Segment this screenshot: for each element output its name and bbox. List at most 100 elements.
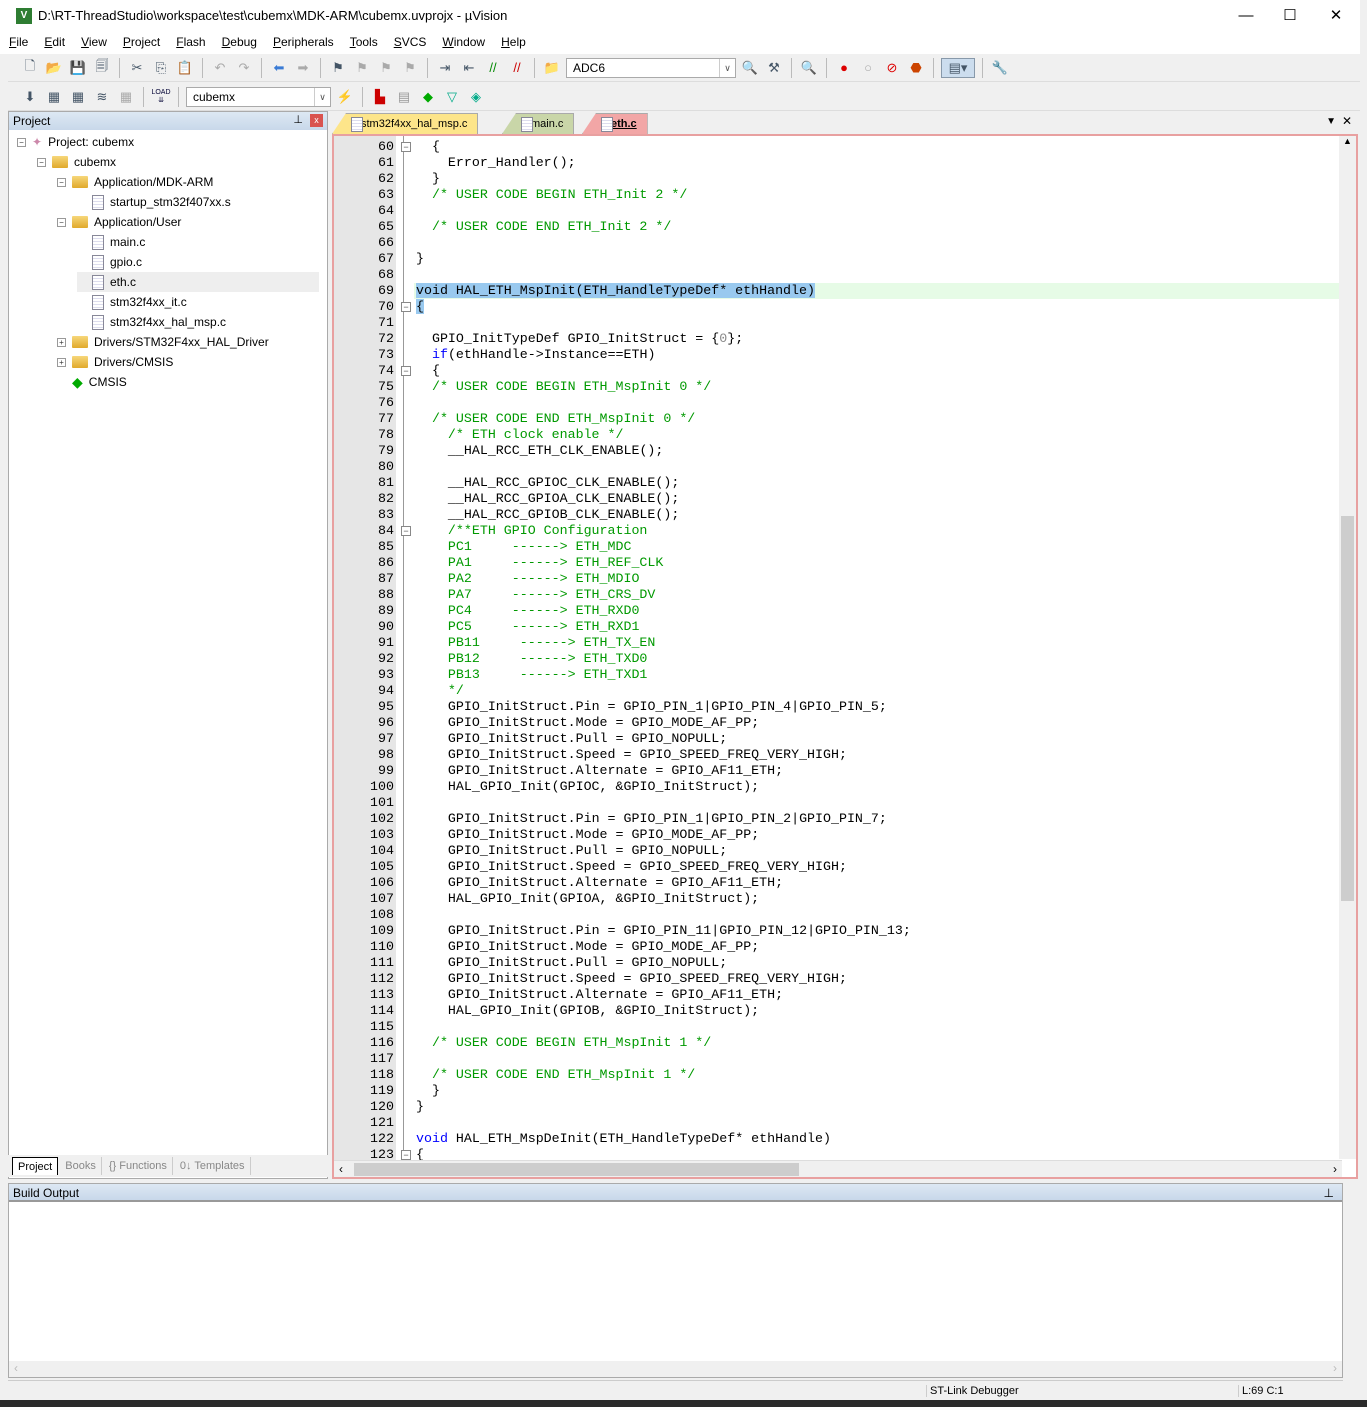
code-line[interactable]: 110 GPIO_InitStruct.Mode = GPIO_MODE_AF_… xyxy=(334,939,1342,955)
menu-help[interactable]: Help xyxy=(492,32,533,49)
code-line[interactable]: 120} xyxy=(334,1099,1342,1115)
scroll-up-icon[interactable]: ▲ xyxy=(1339,136,1356,146)
code-line[interactable]: 79 __HAL_RCC_ETH_CLK_ENABLE(); xyxy=(334,443,1342,459)
code-line[interactable]: 60− { xyxy=(334,139,1342,155)
code-line[interactable]: 108 xyxy=(334,907,1342,923)
code-line[interactable]: 116 /* USER CODE BEGIN ETH_MspInit 1 */ xyxy=(334,1035,1342,1051)
code-line[interactable]: 62 } xyxy=(334,171,1342,187)
stop-build-icon[interactable]: ▦ xyxy=(116,87,136,107)
open-file-icon[interactable]: 📂 xyxy=(44,58,64,78)
code-line[interactable]: 70−{ xyxy=(334,299,1342,315)
code-line[interactable]: 94 */ xyxy=(334,683,1342,699)
code-line[interactable]: 80 xyxy=(334,459,1342,475)
undo-icon[interactable]: ↶ xyxy=(210,58,230,78)
translate-icon[interactable]: ⬇ xyxy=(20,87,40,107)
code-editor[interactable]: 60− {61 Error_Handler(); 62 } 63 /* USER C… xyxy=(332,134,1358,1179)
menu-window[interactable]: Window xyxy=(433,32,492,49)
menu-project[interactable]: Project xyxy=(114,32,167,49)
expand-icon[interactable]: + xyxy=(57,357,66,367)
clear-bookmarks-icon[interactable]: ⚑ xyxy=(400,58,420,78)
build-icon[interactable]: ▦ xyxy=(44,87,64,107)
navigate-back-icon[interactable]: ⬅ xyxy=(269,58,289,78)
code-line[interactable]: 102 GPIO_InitStruct.Pin = GPIO_PIN_1|GPI… xyxy=(334,811,1342,827)
debug-start-icon[interactable]: 🔍 xyxy=(799,58,819,78)
tree-item[interactable]: main.c xyxy=(77,232,145,252)
code-line[interactable]: 111 GPIO_InitStruct.Pull = GPIO_NOPULL; xyxy=(334,955,1342,971)
redo-icon[interactable]: ↷ xyxy=(234,58,254,78)
unindent-icon[interactable]: ⇤ xyxy=(459,58,479,78)
minimize-button[interactable]: — xyxy=(1226,4,1266,28)
close-panel-button[interactable]: x xyxy=(310,114,323,127)
configure-icon[interactable]: 🔧 xyxy=(990,58,1010,78)
menu-debug[interactable]: Debug xyxy=(213,32,264,49)
code-line[interactable]: 88 PA7 ------> ETH_CRS_DV xyxy=(334,587,1342,603)
paste-icon[interactable]: 📋 xyxy=(175,58,195,78)
window-layout-icon[interactable]: ▤▾ xyxy=(941,57,975,78)
tree-item[interactable]: gpio.c xyxy=(77,252,142,272)
panel-tab-3[interactable]: 0↓ Templates xyxy=(175,1157,251,1175)
tree-item[interactable]: stm32f4xx_it.c xyxy=(77,292,187,312)
manage-components-icon[interactable]: ▙ xyxy=(370,87,390,107)
fold-toggle-icon[interactable]: − xyxy=(401,1150,411,1160)
code-line[interactable]: 85 PC1 ------> ETH_MDC xyxy=(334,539,1342,555)
target-options-icon[interactable]: ⚡ xyxy=(335,87,355,107)
code-line[interactable]: 87 PA2 ------> ETH_MDIO xyxy=(334,571,1342,587)
disable-breakpoint-icon[interactable]: ○ xyxy=(858,58,878,78)
code-line[interactable]: 89 PC4 ------> ETH_RXD0 xyxy=(334,603,1342,619)
code-line[interactable]: 115 xyxy=(334,1019,1342,1035)
code-line[interactable]: 104 GPIO_InitStruct.Pull = GPIO_NOPULL; xyxy=(334,843,1342,859)
scroll-left-icon[interactable]: ‹ xyxy=(339,1162,343,1176)
code-line[interactable]: 95 GPIO_InitStruct.Pin = GPIO_PIN_1|GPIO… xyxy=(334,699,1342,715)
code-line[interactable]: 121 xyxy=(334,1115,1342,1131)
maximize-button[interactable]: ☐ xyxy=(1270,4,1310,28)
fold-toggle-icon[interactable]: − xyxy=(401,366,411,376)
collapse-icon[interactable]: − xyxy=(37,157,46,167)
code-line[interactable]: 73 if(ethHandle->Instance==ETH) xyxy=(334,347,1342,363)
tree-item[interactable]: − Application/MDK-ARM xyxy=(57,172,213,192)
code-line[interactable]: 100 HAL_GPIO_Init(GPIOC, &GPIO_InitStruc… xyxy=(334,779,1342,795)
code-line[interactable]: 91 PB11 ------> ETH_TX_EN xyxy=(334,635,1342,651)
indent-icon[interactable]: ⇥ xyxy=(435,58,455,78)
disable-all-breakpoints-icon[interactable]: ⊘ xyxy=(882,58,902,78)
expand-icon[interactable]: + xyxy=(57,337,66,347)
save-all-icon[interactable]: 🗐 xyxy=(92,58,112,78)
code-line[interactable]: 96 GPIO_InitStruct.Mode = GPIO_MODE_AF_P… xyxy=(334,715,1342,731)
code-line[interactable]: 92 PB12 ------> ETH_TXD0 xyxy=(334,651,1342,667)
tab-list-dropdown-icon[interactable]: ▼ xyxy=(1326,116,1336,127)
code-line[interactable]: 118 /* USER CODE END ETH_MspInit 1 */ xyxy=(334,1067,1342,1083)
code-line[interactable]: 106 GPIO_InitStruct.Alternate = GPIO_AF1… xyxy=(334,875,1342,891)
scroll-thumb[interactable] xyxy=(1341,516,1354,901)
collapse-icon[interactable]: − xyxy=(57,217,66,227)
code-line[interactable]: 65 /* USER CODE END ETH_Init 2 */ xyxy=(334,219,1342,235)
code-line[interactable]: 81 __HAL_RCC_GPIOC_CLK_ENABLE(); xyxy=(334,475,1342,491)
kill-breakpoints-icon[interactable]: ⬣ xyxy=(906,58,926,78)
menu-tools[interactable]: Tools xyxy=(341,32,385,49)
collapse-icon[interactable]: − xyxy=(57,177,66,187)
code-line[interactable]: 97 GPIO_InitStruct.Pull = GPIO_NOPULL; xyxy=(334,731,1342,747)
code-line[interactable]: 86 PA1 ------> ETH_REF_CLK xyxy=(334,555,1342,571)
menu-svcs[interactable]: SVCS xyxy=(385,32,434,49)
menu-flash[interactable]: Flash xyxy=(167,32,212,49)
manage-run-time-icon[interactable]: ◆ xyxy=(418,87,438,107)
tab-eth-c[interactable]: eth.c xyxy=(582,113,648,134)
fold-toggle-icon[interactable]: − xyxy=(401,526,411,536)
code-line[interactable]: 112 GPIO_InitStruct.Speed = GPIO_SPEED_F… xyxy=(334,971,1342,987)
fold-toggle-icon[interactable]: − xyxy=(401,302,411,312)
rebuild-icon[interactable]: ▦ xyxy=(68,87,88,107)
next-bookmark-icon[interactable]: ⚑ xyxy=(376,58,396,78)
panel-tab-2[interactable]: {} Functions xyxy=(104,1157,173,1175)
code-line[interactable]: 68 xyxy=(334,267,1342,283)
select-software-packs-icon[interactable]: ▽ xyxy=(442,87,462,107)
chevron-down-icon[interactable]: ∨ xyxy=(719,58,735,77)
tree-item[interactable]: + Drivers/STM32F4xx_HAL_Driver xyxy=(57,332,269,352)
menu-edit[interactable]: Edit xyxy=(35,32,72,49)
incremental-find-icon[interactable]: 🔍 xyxy=(740,58,760,78)
browse-icon[interactable]: ⚒ xyxy=(764,58,784,78)
code-line[interactable]: 119 } xyxy=(334,1083,1342,1099)
tree-item[interactable]: + Drivers/CMSIS xyxy=(57,352,173,372)
scroll-right-icon[interactable]: › xyxy=(1333,1162,1337,1176)
breakpoint-icon[interactable]: ● xyxy=(834,58,854,78)
code-line[interactable]: 63 /* USER CODE BEGIN ETH_Init 2 */ xyxy=(334,187,1342,203)
pin-icon[interactable]: ⊥ xyxy=(1324,1186,1334,1200)
code-line[interactable]: 98 GPIO_InitStruct.Speed = GPIO_SPEED_FR… xyxy=(334,747,1342,763)
